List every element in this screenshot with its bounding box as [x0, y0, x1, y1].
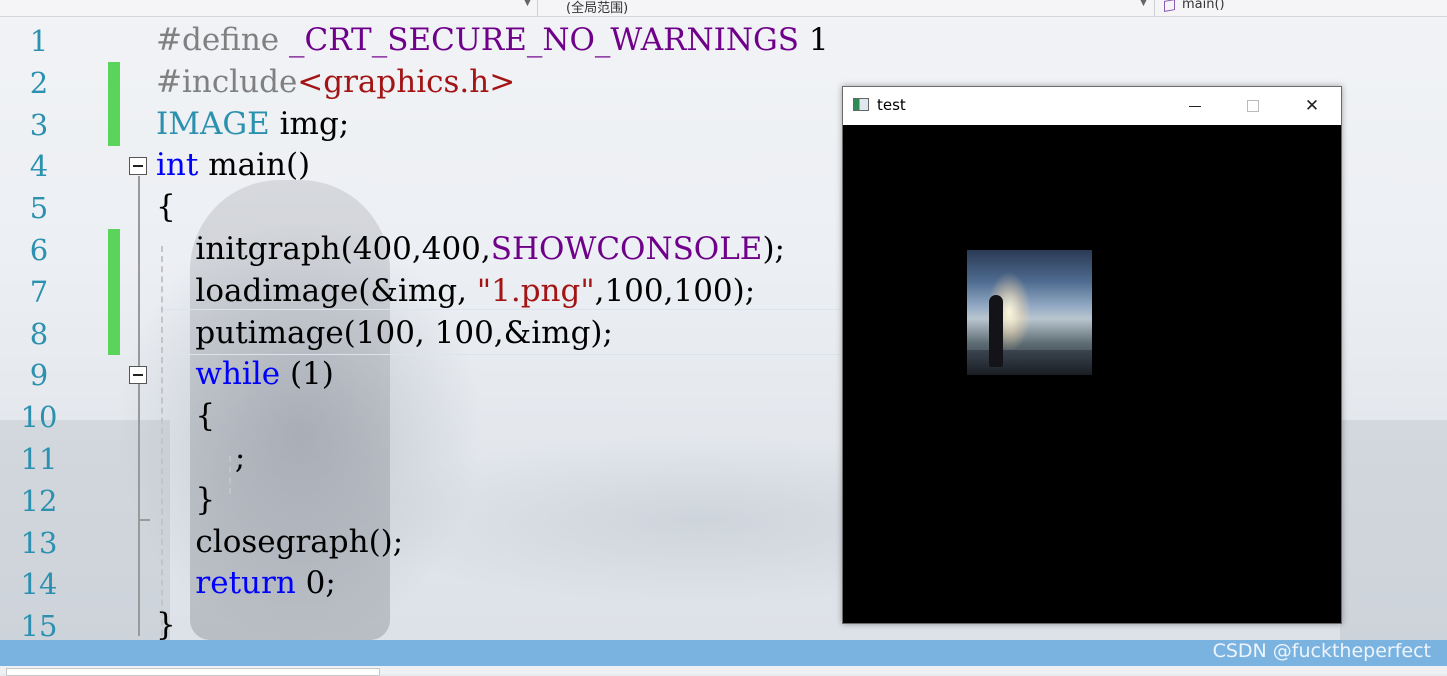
line-number: 12 [20, 483, 58, 518]
status-bar: CSDN @fucktheperfect [0, 640, 1447, 666]
code-token: ; [156, 440, 246, 476]
close-icon: ✕ [1304, 96, 1320, 116]
watermark-text: CSDN @fucktheperfect [1212, 640, 1431, 662]
code-text: } [156, 607, 176, 643]
code-text: } [156, 482, 215, 518]
navigation-bar: ▼ (全局范围) ▼ main() [0, 0, 1447, 17]
minimize-icon [1189, 105, 1201, 107]
code-token: SHOWCONSOLE [490, 231, 763, 267]
code-token: main() [198, 147, 311, 184]
code-token: (1) [280, 356, 334, 393]
code-token: 1 [798, 22, 829, 58]
code-token: { [156, 189, 176, 226]
code-token: _CRT_SECURE_NO_WARNINGS [289, 22, 799, 58]
code-token: while [195, 356, 281, 393]
line-number: 9 [29, 358, 49, 393]
line-number: 14 [20, 567, 58, 602]
code-text: loadimage(&img, "1.png",100,100); [156, 273, 755, 309]
code-text: IMAGE img; [156, 106, 349, 142]
function-dropdown[interactable]: main() [1158, 0, 1438, 16]
function-cube-icon [1164, 0, 1175, 12]
maximize-button[interactable] [1224, 87, 1282, 125]
line-number: 5 [29, 191, 49, 226]
code-text: putimage(100, 100,&img); [156, 315, 613, 351]
line-number: 10 [20, 400, 58, 435]
line-number: 4 [29, 149, 49, 184]
window-title: test [877, 96, 906, 114]
code-text: while (1) [156, 356, 334, 393]
chevron-down-icon[interactable]: ▼ [1140, 0, 1147, 8]
line-number: 1 [29, 24, 49, 58]
minimize-button[interactable] [1166, 87, 1224, 125]
code-token: putimage(100, 100,&img); [156, 314, 613, 351]
code-token: } [156, 607, 176, 644]
image-ground [967, 350, 1092, 375]
close-button[interactable]: ✕ [1283, 87, 1341, 125]
change-marker [108, 103, 120, 146]
scope-label: (全局范围) [566, 1, 629, 16]
code-text: closegraph(); [156, 524, 403, 560]
change-marker [108, 229, 120, 271]
line-number: 2 [29, 65, 49, 100]
code-text: { [156, 398, 215, 434]
graphics-canvas[interactable] [843, 125, 1341, 623]
code-token: closegraph(); [156, 523, 404, 560]
code-token: "1.png" [476, 272, 595, 309]
code-token: } [156, 481, 216, 518]
chevron-down-icon[interactable]: ▼ [524, 0, 531, 8]
code-token: #define [156, 22, 290, 58]
code-line[interactable]: 1 #define _CRT_SECURE_NO_WARNINGS 1 [0, 20, 1447, 62]
image-figure [989, 295, 1003, 367]
code-text: #include<graphics.h> [156, 64, 515, 100]
code-text: initgraph(400,400,SHOWCONSOLE); [156, 231, 785, 267]
code-token: int [156, 147, 199, 184]
code-token: img; [269, 105, 350, 142]
code-token: 0; [295, 565, 336, 602]
code-token: IMAGE [156, 105, 270, 142]
code-token: return [195, 565, 296, 602]
code-token: #include [156, 63, 298, 100]
code-token: ,100,100); [594, 272, 756, 309]
code-text: ; [156, 440, 245, 476]
code-text: int main() [156, 147, 310, 183]
line-number: 15 [20, 609, 58, 644]
divider [1154, 0, 1155, 16]
change-marker [108, 61, 120, 104]
maximize-icon [1247, 100, 1259, 112]
change-marker [108, 270, 120, 313]
function-label: main() [1182, 0, 1225, 12]
line-number: 7 [29, 274, 49, 309]
code-text: return 0; [156, 565, 336, 602]
code-token: ); [762, 231, 785, 267]
code-token: initgraph(400,400, [156, 231, 491, 267]
bottom-panel-box[interactable] [6, 668, 380, 676]
code-text: { [156, 189, 176, 225]
line-number: 11 [20, 442, 58, 476]
line-number: 8 [29, 316, 49, 351]
code-token: loadimage(&img, [156, 272, 477, 309]
divider [537, 0, 538, 16]
code-token: <graphics.h> [297, 63, 516, 100]
line-number: 3 [29, 107, 49, 142]
loaded-image [967, 250, 1092, 375]
graphics-window[interactable]: test ✕ [842, 86, 1342, 624]
scope-dropdown[interactable]: (全局范围) [542, 0, 1152, 16]
window-titlebar[interactable]: test ✕ [843, 87, 1341, 125]
line-number: 13 [20, 525, 58, 560]
change-marker [108, 312, 120, 355]
code-token: { [156, 398, 216, 435]
app-icon [853, 98, 869, 111]
code-text: #define _CRT_SECURE_NO_WARNINGS 1 [156, 22, 829, 58]
line-number: 6 [29, 233, 49, 267]
